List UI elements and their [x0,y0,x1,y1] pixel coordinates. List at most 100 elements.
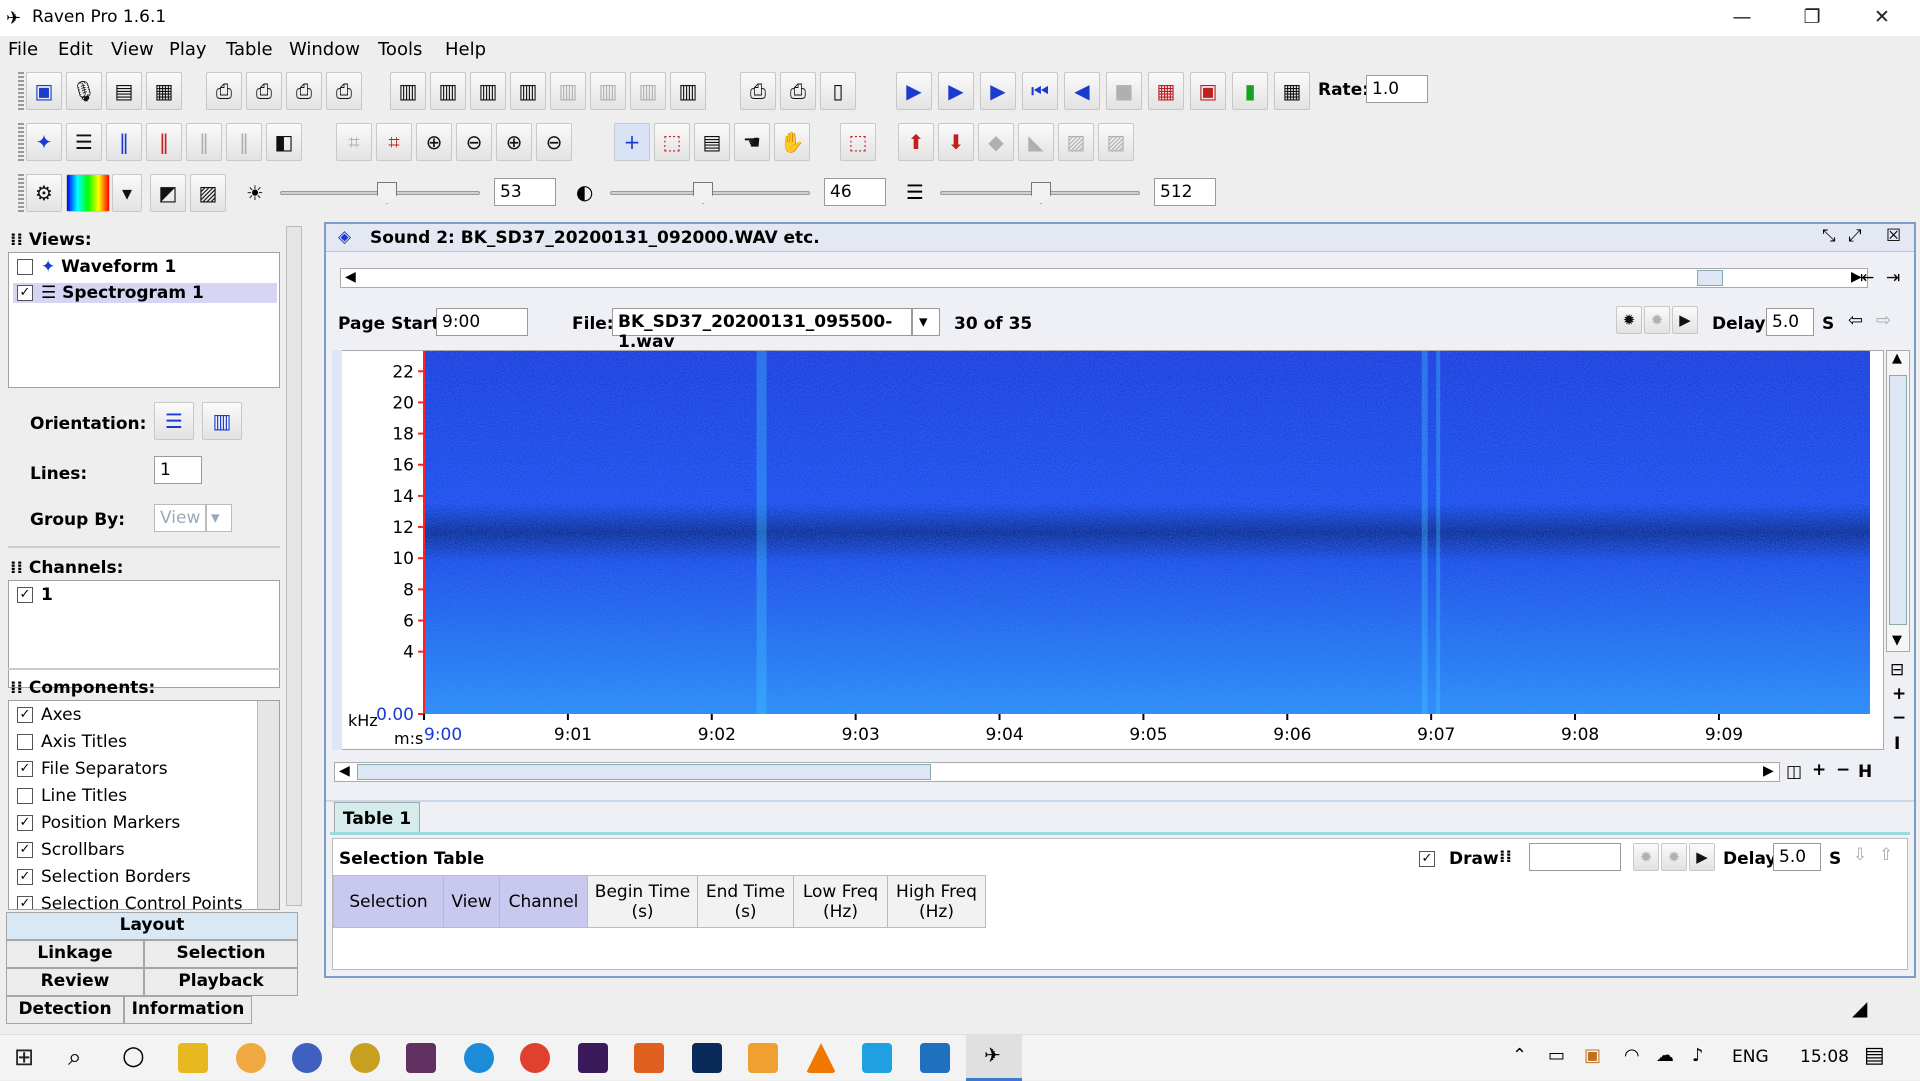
minimize-window-icon[interactable]: ⤡ [1822,226,1836,246]
auto-scroll-icon[interactable]: ✹ [1616,306,1642,334]
save-all-icon[interactable]: ⎙ [286,72,322,110]
selection-borders-checkbox[interactable]: ✓ [17,869,33,885]
column-selection[interactable]: Selection [333,875,444,928]
draw-checkbox[interactable]: ✓ [1419,849,1443,869]
tab-detection[interactable]: Detection [6,996,124,1024]
smooth-icon[interactable]: ▨ [190,174,226,212]
volume-icon[interactable]: ♪ [1692,1045,1704,1066]
pause-scroll-icon[interactable]: ✹ [1644,306,1670,334]
zoom-in-y-icon[interactable]: ⊕ [496,123,532,161]
overlay-icon[interactable]: ▨ [1058,123,1094,161]
move-down-icon[interactable]: ⬇ [938,123,974,161]
tab-review[interactable]: Review [6,968,144,996]
open-file-icon[interactable]: ▤ [106,72,142,110]
component-item-file-separators[interactable]: ✓ File Separators [17,759,168,779]
file-separators-checkbox[interactable]: ✓ [17,761,33,777]
spectrum-view-icon[interactable]: ‖ [106,123,142,161]
resolution-thumb[interactable] [1031,182,1051,204]
raven-taskbar-button[interactable]: ✈ [966,1035,1022,1081]
table-auto-icon[interactable]: ✹ [1633,843,1659,871]
grab-table-icon[interactable]: ▤ [694,123,730,161]
contrast-input[interactable]: 46 [824,178,886,206]
contrast-slider[interactable] [610,182,810,204]
orientation-vertical-icon[interactable]: ▥ [202,402,242,440]
print-preview-icon[interactable]: ⎙ [780,72,816,110]
side-panel-scrollbar[interactable] [286,226,302,906]
tray-chevron-icon[interactable]: ⌃ [1512,1045,1527,1066]
zoom-out-y-icon[interactable]: ⊖ [536,123,572,161]
channel-1-checkbox[interactable]: ✓ [17,587,33,603]
edge-icon[interactable] [464,1043,494,1073]
step-back-icon[interactable]: ⇦ [1848,310,1863,331]
select-box-icon[interactable]: ⬚ [654,123,690,161]
tab-linkage[interactable]: Linkage [6,940,144,968]
loop-icon[interactable]: ▦ [1148,72,1184,110]
settings-icon[interactable]: ⚙ [26,174,62,212]
browser-app-icon[interactable] [236,1043,266,1073]
column-high-freq[interactable]: High Freq (Hz) [887,875,986,928]
calculator-icon[interactable] [920,1043,950,1073]
move-up-icon[interactable]: ⬆ [898,123,934,161]
table-export-icon[interactable]: ▥ [470,72,506,110]
zoom-out-icon[interactable]: ⊖ [456,123,492,161]
menu-view[interactable]: View [111,39,154,60]
save-icon[interactable]: ⎙ [206,72,242,110]
maximize-window-icon[interactable]: ⤢ [1848,226,1862,246]
resize-grip-icon[interactable]: ◢ [1852,996,1867,1020]
zoom-fit-icon[interactable]: ⌗ [376,123,412,161]
grayscale-icon[interactable]: ◧ [266,123,302,161]
table-open-icon[interactable]: ▥ [390,72,426,110]
restore-icon[interactable]: ❐ [1784,0,1840,34]
waveform-checkbox[interactable] [17,259,33,275]
menu-file[interactable]: File [8,39,38,60]
position-markers-checkbox[interactable]: ✓ [17,815,33,831]
component-item-line-titles[interactable]: Line Titles [17,786,127,806]
axes-checkbox[interactable]: ✓ [17,707,33,723]
page-setup-icon[interactable]: ▯ [820,72,856,110]
colormap-icon[interactable] [66,174,110,212]
record-icon[interactable]: 🎙 [66,72,102,110]
axis-titles-checkbox[interactable] [17,734,33,750]
paste-icon[interactable]: ▥ [630,72,666,110]
scroll-up-icon[interactable]: ▲ [1892,351,1902,366]
tab-playback[interactable]: Playback [144,968,298,996]
waveform-view-icon[interactable]: ✦ [26,123,62,161]
table-save-all-icon[interactable]: ▥ [510,72,546,110]
column-low-freq[interactable]: Low Freq (Hz) [793,875,888,928]
freq-zoom-in-icon[interactable]: + [1892,684,1906,704]
component-item-axis-titles[interactable]: Axis Titles [17,732,127,752]
step-forward-icon[interactable]: ⇨ [1876,310,1891,331]
grayscale-toggle-icon[interactable]: ◩ [150,174,186,212]
menu-edit[interactable]: Edit [58,39,93,60]
notifications-icon[interactable]: ▤ [1864,1043,1885,1068]
zoom-in-icon[interactable]: ⊕ [416,123,452,161]
table-up-icon[interactable]: ⇧ [1879,845,1893,865]
media-player-icon[interactable] [748,1043,778,1073]
table-save-icon[interactable]: ▥ [430,72,466,110]
brightness-slider[interactable] [280,182,480,204]
column-end-time[interactable]: End Time (s) [697,875,794,928]
tile-icon[interactable]: ▨ [1098,123,1134,161]
table-search-input[interactable] [1529,843,1621,871]
line-titles-checkbox[interactable] [17,788,33,804]
frequency-scroll-thumb[interactable] [1889,375,1907,625]
freq-zoom-out-icon[interactable]: − [1892,708,1906,728]
scroll-down-icon[interactable]: ▼ [1892,633,1902,648]
page-scrollbar[interactable]: ◀ ▶ [340,268,1868,288]
select-crosshair-icon[interactable]: + [614,123,650,161]
rewind-icon[interactable]: ◀ [1064,72,1100,110]
toolbar-grip[interactable] [18,72,24,110]
spectrogram-checkbox[interactable]: ✓ [17,285,33,301]
print-icon[interactable]: ⎙ [740,72,776,110]
onedrive-icon[interactable]: ☁ [1656,1045,1674,1066]
menu-help[interactable]: Help [445,39,486,60]
play-scroll-icon[interactable]: ▶ [1672,306,1698,334]
new-sound-icon[interactable]: ▣ [26,72,62,110]
file-select[interactable]: BK_SD37_20200131_095500-1.wav [612,308,912,352]
record-stop-icon[interactable]: ▣ [1190,72,1226,110]
brightness-input[interactable]: 53 [494,178,556,206]
delay-input[interactable]: 5.0 [1766,308,1814,336]
search-icon[interactable]: ⌕ [68,1043,81,1071]
tab-selection[interactable]: Selection [144,940,298,968]
colormap-dropdown-icon[interactable]: ▾ [112,174,142,212]
